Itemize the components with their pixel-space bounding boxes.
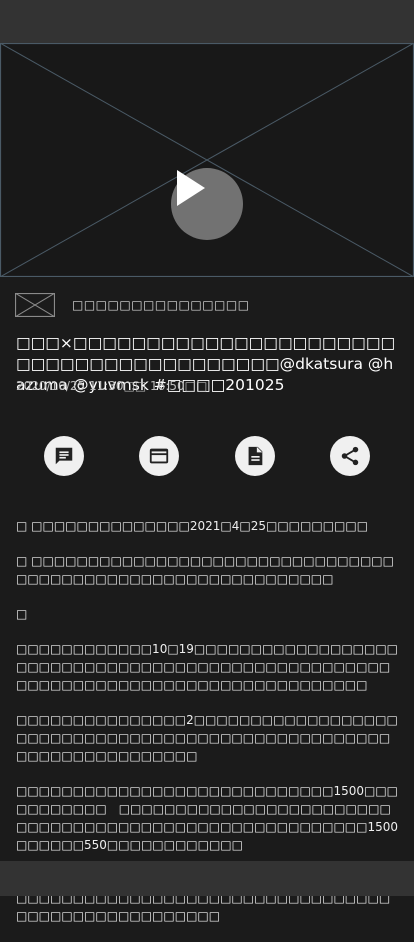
image-placeholder-icon: [0, 43, 414, 277]
comment-icon: [55, 447, 73, 465]
play-icon: [177, 170, 205, 206]
description-paragraph: □: [16, 607, 28, 621]
credit-card-icon: [149, 448, 169, 464]
description-paragraph: □□□□□□□□□□□□□□□2□□□□□□□□□□□□□□□□□□□□□□□□…: [16, 713, 398, 763]
program-dates: 2020/10/25 11:30□□ 16:50□□: [16, 379, 208, 393]
description-paragraph: □ □□□□□□□□□□□□□□2021□4□25□□□□□□□□□: [16, 519, 369, 533]
bottom-bar: [0, 861, 414, 896]
status-bar: [0, 0, 414, 43]
video-player[interactable]: [0, 43, 414, 277]
channel-row[interactable]: □□□□□□□□□□□□□□□: [15, 292, 250, 318]
share-button[interactable]: [330, 436, 370, 476]
comment-button[interactable]: [44, 436, 84, 476]
document-icon: [248, 446, 263, 466]
document-button[interactable]: [235, 436, 275, 476]
card-button[interactable]: [139, 436, 179, 476]
channel-thumbnail-icon: [15, 293, 55, 317]
channel-name[interactable]: □□□□□□□□□□□□□□□: [72, 298, 250, 312]
share-icon: [341, 446, 359, 466]
action-bar: [0, 436, 414, 476]
play-button[interactable]: [171, 168, 243, 240]
description-paragraph: □□□□□□□□□□□□□□□□□□□□□□□□□□□□1500□□□□□□□□…: [16, 784, 399, 852]
description-paragraph: □ □□□□□□□□□□□□□□□□□□□□□□□□□□□□□□□□□□□□□□…: [16, 554, 394, 586]
description-paragraph: □□□□□□□□□□□□10□19□□□□□□□□□□□□□□□□□□□□□□□…: [16, 642, 399, 692]
